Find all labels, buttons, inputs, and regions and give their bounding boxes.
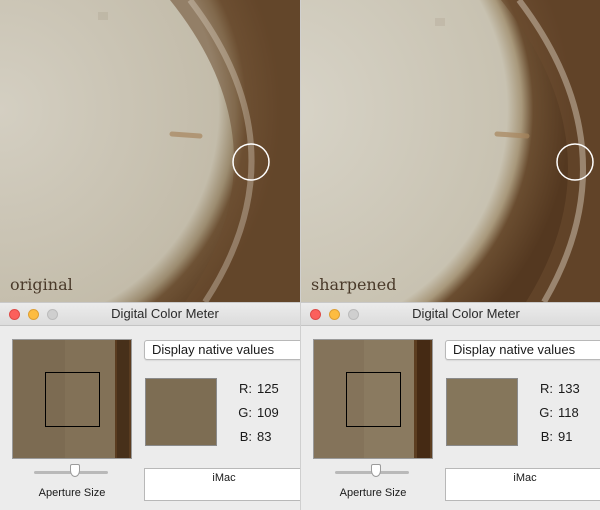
green-value-row: G: 118 [529, 405, 600, 429]
red-label: R: [239, 381, 252, 396]
left-panel: original Digital Color Meter Display nat… [0, 0, 300, 510]
blue-label: B: [239, 429, 252, 444]
photo-caption: original [10, 275, 73, 294]
zoomed-plate-image [0, 0, 300, 302]
color-swatch [446, 378, 518, 446]
red-label: R: [540, 381, 553, 396]
red-value: 133 [558, 381, 580, 396]
photo-caption: sharpened [311, 275, 397, 294]
photo-original: original [0, 0, 300, 302]
zoomed-plate-image [301, 0, 600, 302]
red-value: 125 [257, 381, 279, 396]
blue-value-row: B: 91 [529, 429, 600, 453]
display-mode-dropdown[interactable]: Display native values [445, 340, 600, 360]
display-mode-dropdown[interactable]: Display native values [144, 340, 300, 360]
color-meter-window: Digital Color Meter Display native value… [0, 302, 300, 510]
aperture-box [346, 372, 401, 427]
display-name-field: iMac [144, 468, 300, 501]
window-titlebar[interactable]: Digital Color Meter [0, 303, 300, 326]
aperture-slider-knob[interactable] [70, 464, 80, 477]
aperture-slider[interactable] [34, 464, 108, 480]
blue-value-row: B: 83 [228, 429, 300, 453]
aperture-slider-knob[interactable] [371, 464, 381, 477]
green-label: G: [539, 405, 553, 420]
window-titlebar[interactable]: Digital Color Meter [301, 303, 600, 326]
aperture-size-label: Aperture Size [339, 487, 407, 499]
right-panel: sharpened Digital Color Meter Display na… [300, 0, 600, 510]
window-title: Digital Color Meter [412, 306, 520, 321]
display-name-field: iMac [445, 468, 600, 501]
color-meter-window: Digital Color Meter Display native value… [301, 302, 600, 510]
rgb-values: R: 125 G: 109 B: 83 [228, 381, 300, 453]
aperture-box [45, 372, 100, 427]
color-swatch [145, 378, 217, 446]
green-value-row: G: 109 [228, 405, 300, 429]
blue-label: B: [540, 429, 553, 444]
magnified-preview [313, 339, 433, 459]
blue-value: 83 [257, 429, 272, 444]
rgb-values: R: 133 G: 118 B: 91 [529, 381, 600, 453]
blue-value: 91 [558, 429, 573, 444]
photo-sharpened: sharpened [301, 0, 600, 302]
red-value-row: R: 125 [228, 381, 300, 405]
magnified-preview [12, 339, 132, 459]
green-value: 118 [558, 405, 579, 420]
aperture-size-label: Aperture Size [38, 487, 106, 499]
window-title: Digital Color Meter [111, 306, 219, 321]
aperture-slider[interactable] [335, 464, 409, 480]
red-value-row: R: 133 [529, 381, 600, 405]
green-label: G: [238, 405, 252, 420]
green-value: 109 [257, 405, 279, 420]
